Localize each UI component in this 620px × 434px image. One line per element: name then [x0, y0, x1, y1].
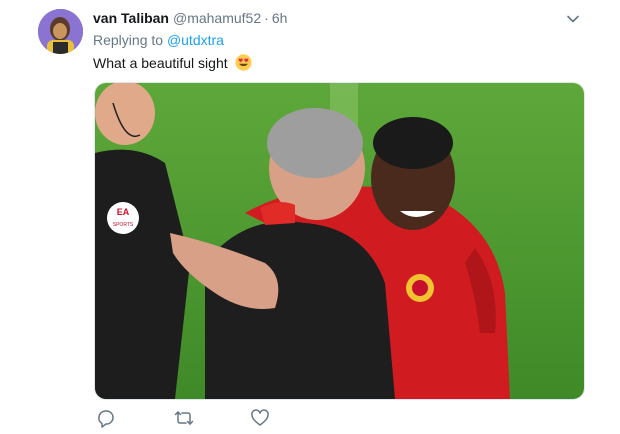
svg-text:EA: EA — [117, 207, 130, 217]
separator-dot: · — [264, 10, 269, 26]
heart-eyes-emoji-icon — [234, 54, 252, 71]
user-handle[interactable]: @mahamuf52 — [173, 10, 261, 26]
replying-to-line: Replying to @utdxtra — [93, 32, 224, 48]
retweet-icon[interactable] — [174, 408, 194, 428]
tweet-media-photo[interactable]: EA SPORTS — [94, 82, 585, 400]
tweet: van Taliban @mahamuf52 · 6h Replying to @ut… — [0, 0, 620, 434]
tweet-header: van Taliban @mahamuf52 · 6h — [93, 9, 287, 27]
reply-icon[interactable] — [96, 408, 116, 428]
avatar-image — [38, 9, 83, 54]
replying-to-label: Replying to — [93, 32, 164, 48]
timestamp[interactable]: 6h — [272, 10, 288, 26]
tweet-body: What a beautiful sight — [93, 55, 228, 71]
avatar[interactable] — [38, 9, 83, 54]
tweet-text: What a beautiful sight — [93, 54, 252, 71]
photo-content: EA SPORTS — [95, 83, 584, 399]
chevron-down-icon[interactable] — [566, 12, 580, 26]
like-icon[interactable] — [250, 408, 270, 428]
svg-text:SPORTS: SPORTS — [113, 222, 134, 228]
display-name[interactable]: van Taliban — [93, 10, 169, 26]
replying-to-mention[interactable]: @utdxtra — [167, 32, 224, 48]
